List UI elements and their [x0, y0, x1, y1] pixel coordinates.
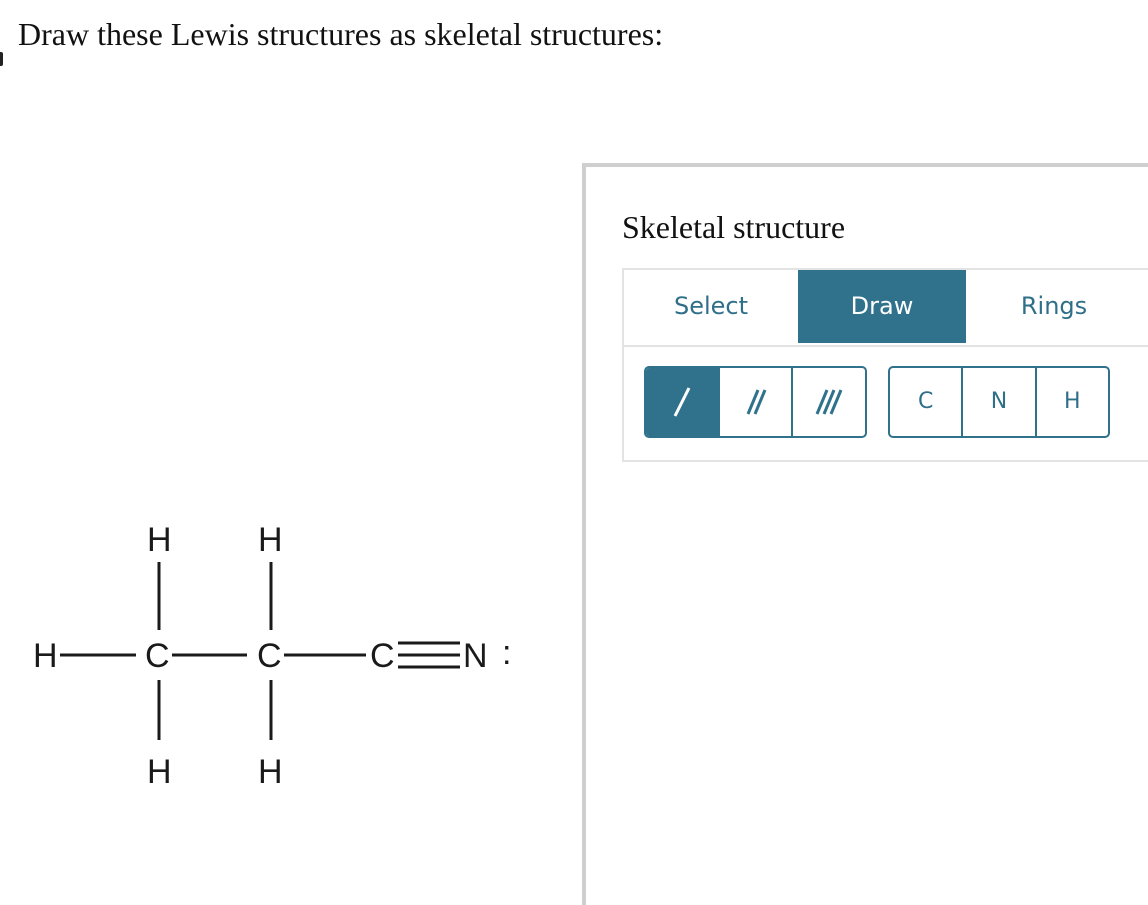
atom-carbon-button[interactable]: C — [890, 368, 961, 436]
triple-bond-button[interactable] — [791, 368, 865, 436]
question-prompt: Draw these Lewis structures as skeletal … — [18, 16, 664, 52]
drawing-toolbar: Select Draw Rings C N H — [622, 268, 1148, 462]
atom-h-left: H — [33, 637, 58, 675]
atom-tool-group: C N H — [888, 366, 1110, 438]
atom-c2: C — [257, 637, 282, 675]
single-bond-button[interactable] — [646, 368, 718, 436]
atom-nitrogen-button[interactable]: N — [961, 368, 1034, 436]
atom-h-c1-top: H — [147, 521, 172, 559]
lewis-structure-propanenitrile: H H H C C C N : H H — [33, 521, 511, 791]
atom-c3: C — [370, 637, 395, 675]
tab-draw[interactable]: Draw — [798, 270, 966, 343]
question-marker — [0, 52, 3, 66]
tab-select[interactable]: Select — [624, 270, 798, 343]
atom-hydrogen-button[interactable]: H — [1034, 368, 1108, 436]
triple-bond-icon — [815, 389, 843, 415]
single-bond-icon — [673, 387, 691, 417]
atom-n: N — [463, 637, 488, 675]
bond-tool-group — [644, 366, 867, 438]
lone-pair: : — [502, 634, 511, 672]
double-bond-icon — [746, 389, 766, 415]
atom-c1: C — [145, 637, 170, 675]
atom-h-c1-bottom: H — [147, 753, 172, 791]
atom-h-c2-top: H — [258, 521, 283, 559]
atom-h-c2-bottom: H — [258, 753, 283, 791]
double-bond-button[interactable] — [717, 368, 792, 436]
skeletal-structure-panel: Skeletal structure Select Draw Rings C N… — [582, 163, 1148, 905]
panel-title: Skeletal structure — [622, 209, 846, 245]
tab-rings[interactable]: Rings — [966, 270, 1142, 343]
toolbar-tabs: Select Draw Rings — [624, 270, 1148, 347]
